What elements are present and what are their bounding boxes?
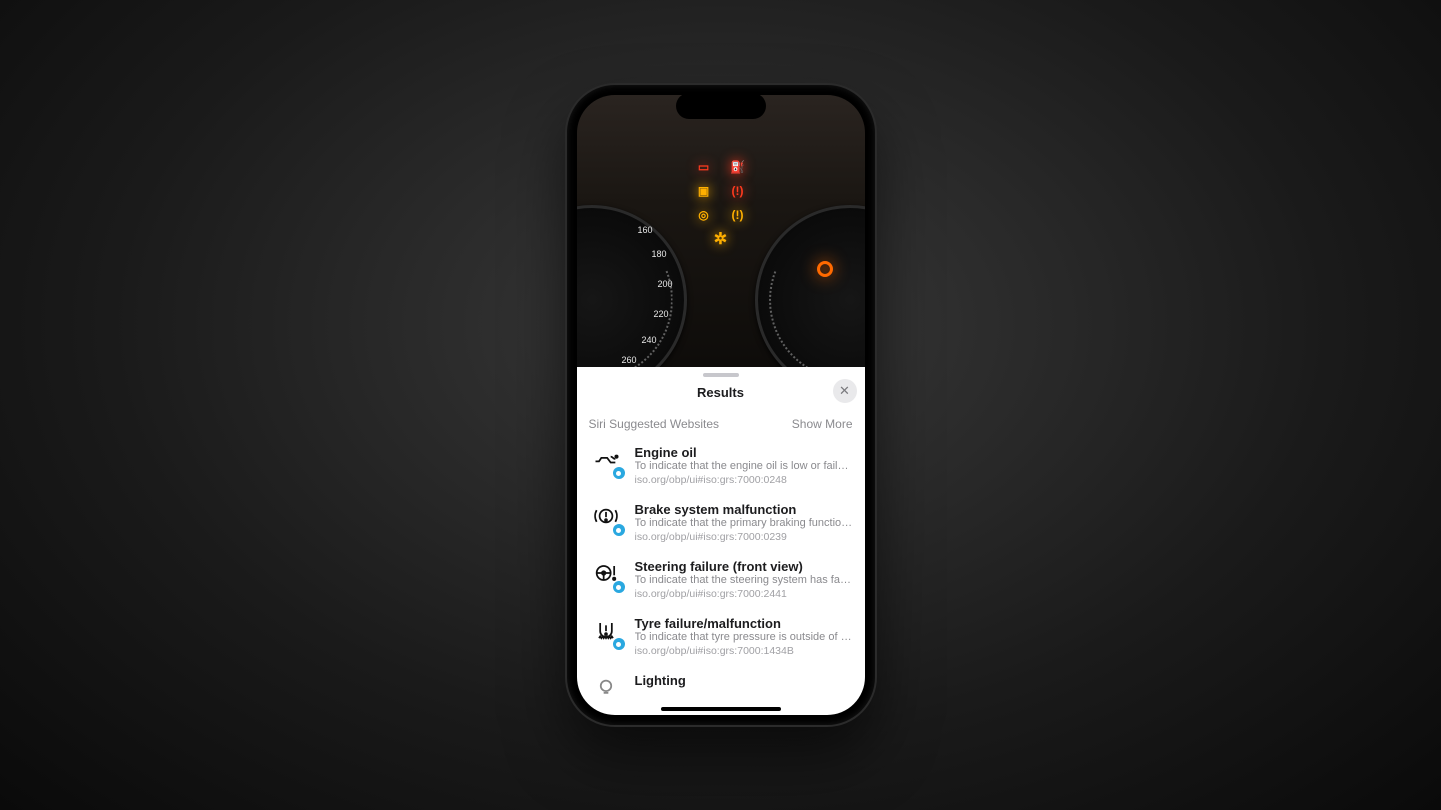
- warning-ring-icon: [817, 261, 833, 277]
- camera-viewfinder: 160 180 200 220 240 260 000.0: [577, 95, 865, 367]
- bulb-icon: [592, 675, 620, 704]
- battery-warning-icon: ▭: [693, 159, 715, 175]
- phone-frame: 160 180 200 220 240 260 000.0: [567, 85, 875, 725]
- result-row-brake[interactable]: Brake system malfunction To indicate tha…: [577, 494, 865, 551]
- result-title: Tyre failure/malfunction: [635, 616, 853, 631]
- result-title: Lighting: [635, 673, 853, 688]
- result-source: iso.org/obp/ui#iso:grs:7000:0248: [635, 474, 853, 486]
- result-title: Steering failure (front view): [635, 559, 853, 574]
- sheet-header: Results ✕: [577, 377, 865, 407]
- result-subtitle: To indicate that the steering system has…: [635, 574, 853, 586]
- section-header: Siri Suggested Websites Show More: [577, 407, 865, 437]
- gear-warning-icon: ✲: [710, 231, 732, 247]
- speed-260: 260: [621, 355, 636, 365]
- close-icon: ✕: [839, 383, 850, 399]
- tachometer-gauge: [755, 205, 865, 367]
- result-subtitle: To indicate that the engine oil is low o…: [635, 460, 853, 472]
- result-row-steering[interactable]: Steering failure (front view) To indicat…: [577, 551, 865, 608]
- safari-badge-icon: [613, 524, 625, 536]
- result-source: iso.org/obp/ui#iso:grs:7000:0239: [635, 531, 853, 543]
- result-source: iso.org/obp/ui#iso:grs:7000:1434B: [635, 645, 853, 657]
- speed-180: 180: [651, 249, 666, 259]
- home-indicator[interactable]: [661, 707, 781, 711]
- section-label: Siri Suggested Websites: [589, 417, 720, 431]
- result-subtitle: To indicate that tyre pressure is outsid…: [635, 631, 853, 643]
- speedometer-gauge: 160 180 200 220 240 260 000.0: [577, 205, 687, 367]
- result-title: Brake system malfunction: [635, 502, 853, 517]
- result-row-lighting[interactable]: Lighting: [577, 665, 865, 704]
- speed-160: 160: [637, 225, 652, 235]
- speed-240: 240: [641, 335, 656, 345]
- result-subtitle: To indicate that the primary braking fun…: [635, 517, 853, 529]
- dashboard-cluster: 160 180 200 220 240 260 000.0: [577, 95, 865, 367]
- sheet-title: Results: [697, 385, 744, 400]
- result-source: iso.org/obp/ui#iso:grs:7000:2441: [635, 588, 853, 600]
- brake-warning-icon: (!): [727, 183, 749, 199]
- close-button[interactable]: ✕: [833, 379, 857, 403]
- oil-warning-icon: ⛽: [727, 159, 749, 175]
- result-row-engine-oil[interactable]: Engine oil To indicate that the engine o…: [577, 437, 865, 494]
- engine-warning-icon: ▣: [693, 183, 715, 199]
- results-list: Engine oil To indicate that the engine o…: [577, 437, 865, 715]
- show-more-button[interactable]: Show More: [792, 417, 853, 431]
- speed-220: 220: [653, 309, 668, 319]
- safari-badge-icon: [613, 638, 625, 650]
- result-title: Engine oil: [635, 445, 853, 460]
- safari-badge-icon: [613, 581, 625, 593]
- warning-lights: ▭ ⛽ ▣ (!) ◎ (!) ✲: [693, 159, 749, 247]
- safari-badge-icon: [613, 467, 625, 479]
- phone-screen: 160 180 200 220 240 260 000.0: [577, 95, 865, 715]
- results-sheet: Results ✕ Siri Suggested Websites Show M…: [577, 367, 865, 715]
- dynamic-island: [676, 93, 766, 119]
- tpms-warning-icon: (!): [727, 207, 749, 223]
- speed-200: 200: [657, 279, 672, 289]
- steering-warning-icon: ◎: [693, 207, 715, 223]
- result-row-tyre[interactable]: Tyre failure/malfunction To indicate tha…: [577, 608, 865, 665]
